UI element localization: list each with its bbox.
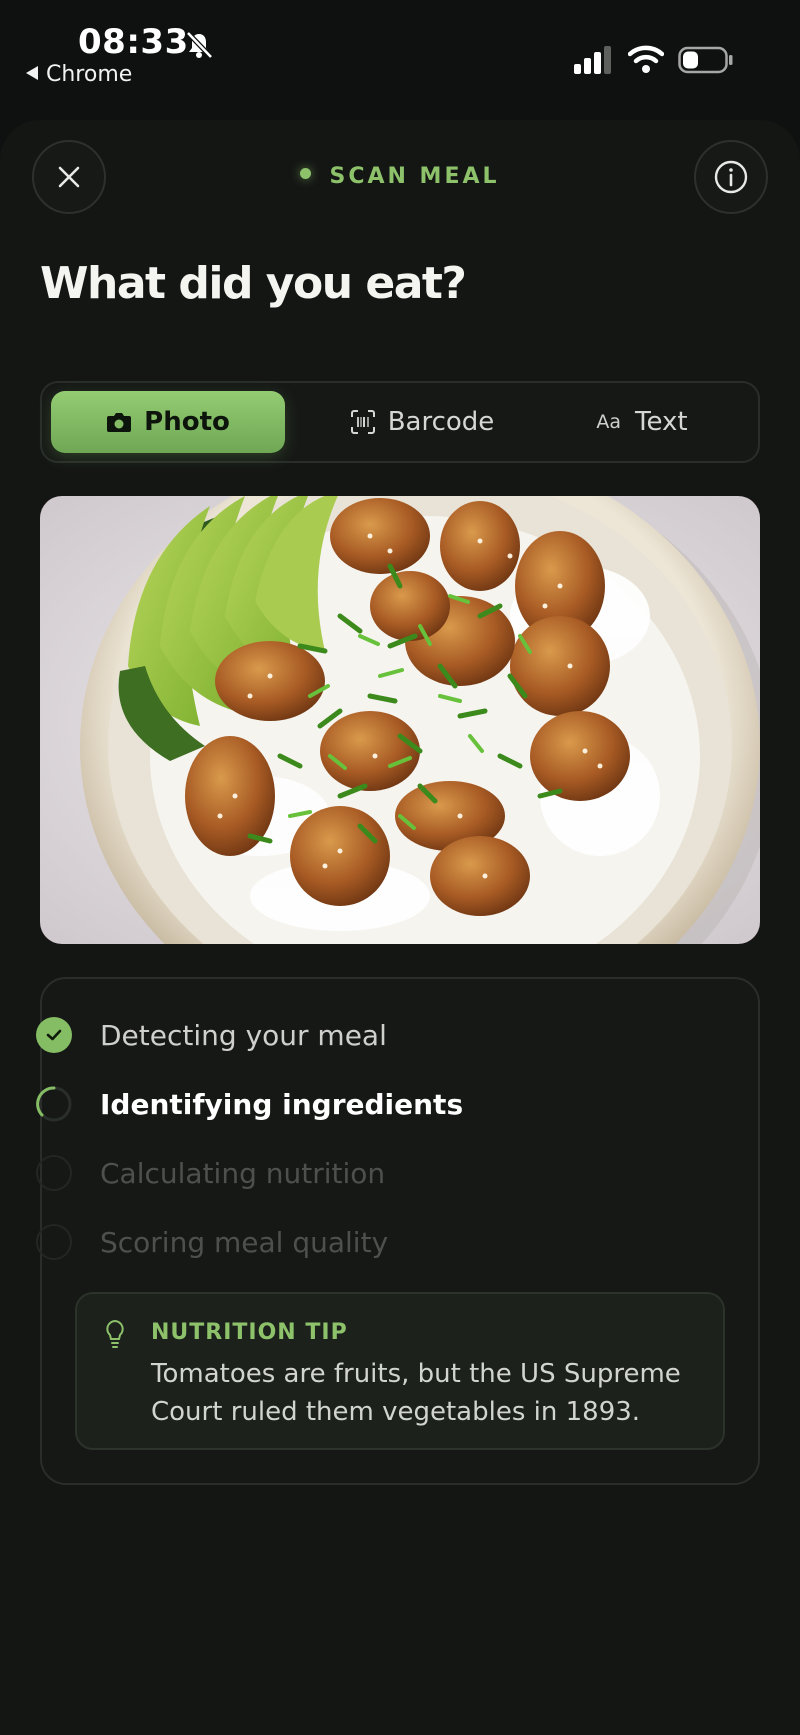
food-photo-bowl <box>40 496 760 944</box>
step-scoring-quality: Scoring meal quality <box>36 1222 388 1262</box>
step-identifying-ingredients: Identifying ingredients <box>36 1084 463 1124</box>
step-label: Calculating nutrition <box>100 1156 386 1190</box>
step-label: Scoring meal quality <box>100 1225 389 1259</box>
step-label: Detecting your meal <box>100 1018 387 1052</box>
back-app-label: Chrome <box>46 62 133 87</box>
loading-spinner-icon <box>36 1086 72 1122</box>
input-mode-tabs: Photo Barcode Aa Text <box>40 381 760 463</box>
page-title: What did you eat? <box>40 258 467 309</box>
status-dot-icon <box>300 168 312 179</box>
scan-meal-header: SCAN MEAL <box>0 164 800 189</box>
barcode-scan-icon <box>350 409 376 435</box>
pending-circle-icon <box>36 1155 72 1191</box>
step-label: Identifying ingredients <box>100 1087 464 1121</box>
lightbulb-icon <box>106 1319 124 1348</box>
camera-icon <box>106 411 132 433</box>
status-bar: 08:33 Chrome <box>0 0 800 100</box>
tip-heading: NUTRITION TIP <box>151 1320 348 1345</box>
tab-barcode-label: Barcode <box>387 407 495 437</box>
info-button[interactable] <box>694 140 768 214</box>
scan-meal-title: SCAN MEAL <box>329 164 500 189</box>
info-icon <box>714 160 748 194</box>
tab-text-label: Text <box>635 407 688 437</box>
step-calculating-nutrition: Calculating nutrition <box>36 1153 385 1193</box>
step-detecting-meal: Detecting your meal <box>36 1015 387 1055</box>
text-aa-icon: Aa <box>596 411 622 433</box>
tab-barcode[interactable]: Barcode <box>322 391 522 453</box>
tip-body: Tomatoes are fruits, but the US Supreme … <box>151 1359 681 1427</box>
status-time: 08:33 <box>78 22 189 62</box>
check-circle-icon <box>36 1017 72 1053</box>
pending-circle-icon <box>36 1224 72 1260</box>
tab-text[interactable]: Aa Text <box>562 391 722 453</box>
tab-photo[interactable]: Photo <box>51 391 285 453</box>
meal-photo <box>40 496 760 944</box>
cellular-signal-icon <box>574 46 611 74</box>
wifi-icon <box>628 45 664 73</box>
back-to-app-link[interactable]: Chrome <box>26 62 132 87</box>
back-arrow-icon <box>26 66 38 80</box>
bell-muted-icon <box>186 31 213 59</box>
battery-icon <box>678 46 733 74</box>
tab-photo-label: Photo <box>144 407 230 437</box>
